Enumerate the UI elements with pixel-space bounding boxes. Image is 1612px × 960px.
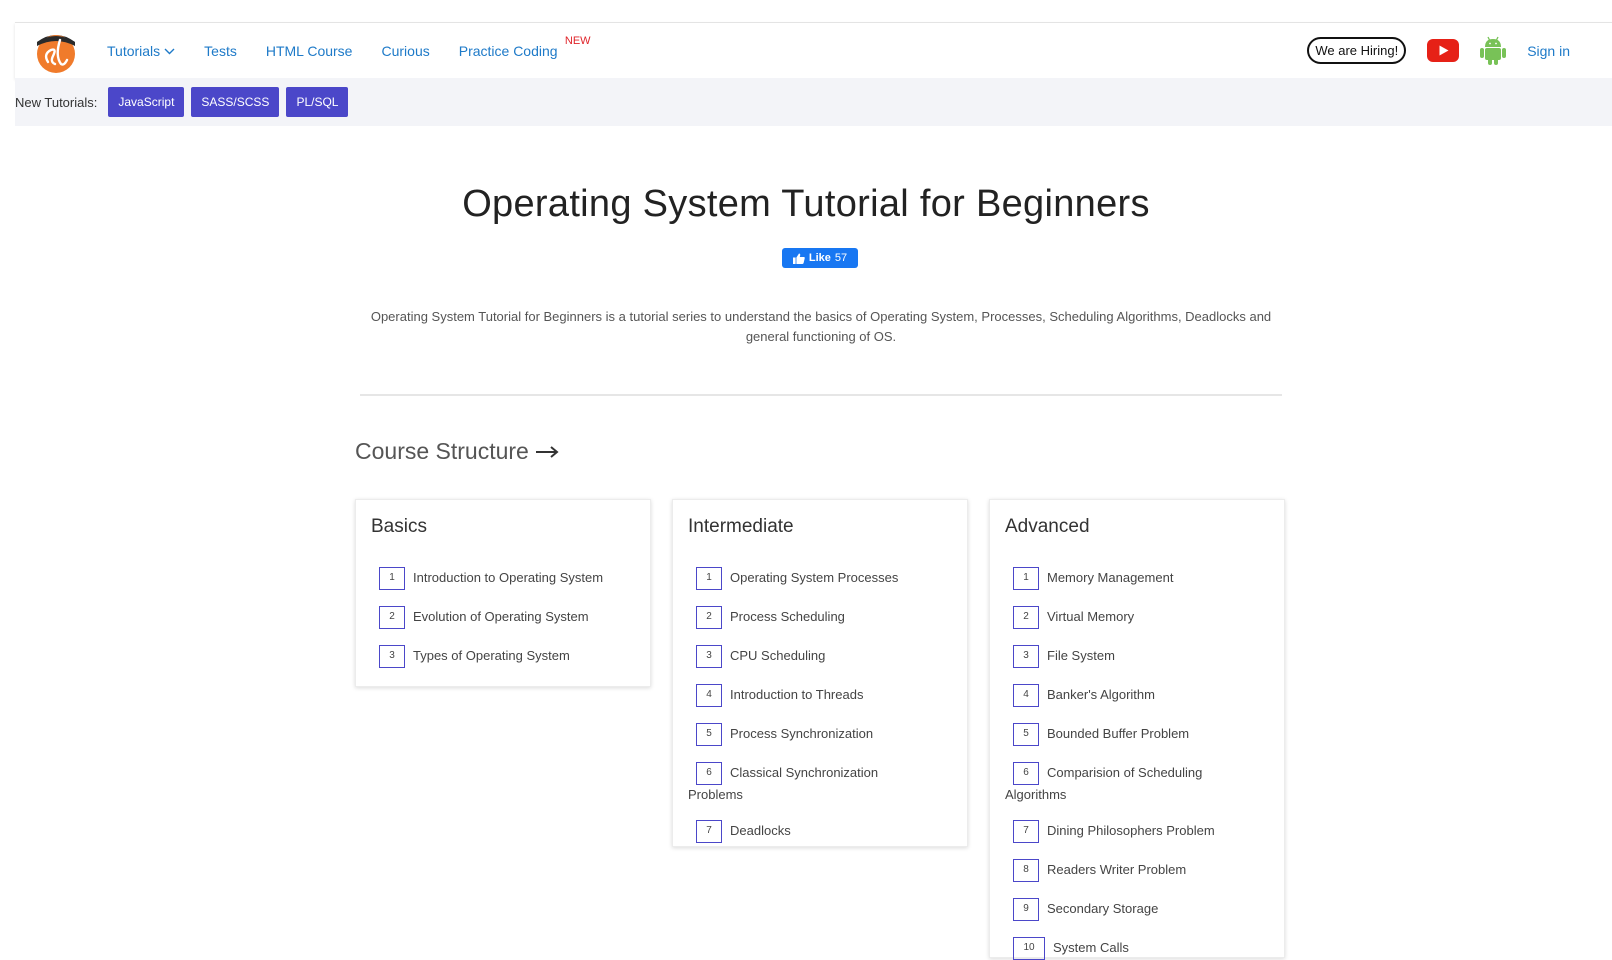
- topic-number: 3: [696, 645, 722, 668]
- topic-item[interactable]: 1 Operating System Processes: [688, 567, 952, 590]
- topic-label: Evolution of Operating System: [413, 608, 589, 624]
- tutorial-button-sass[interactable]: SASS/SCSS: [191, 87, 280, 117]
- tutorial-button-javascript[interactable]: JavaScript: [108, 87, 185, 117]
- topic-item[interactable]: 6 Classical Synchronization Problems: [688, 762, 898, 804]
- topic-label: Process Synchronization: [730, 725, 874, 741]
- topic-number: 2: [696, 606, 722, 629]
- topic-number: 5: [1013, 723, 1039, 746]
- youtube-icon[interactable]: [1427, 39, 1460, 62]
- topic-item[interactable]: 2 Evolution of Operating System: [371, 606, 635, 629]
- topic-label: Deadlocks: [730, 822, 791, 838]
- facebook-like-button[interactable]: Like 57: [782, 248, 858, 268]
- tutorial-button-plsql[interactable]: PL/SQL: [286, 87, 349, 117]
- nav-practice-coding-label: Practice Coding: [458, 42, 558, 59]
- topic-label: Secondary Storage: [1047, 900, 1159, 916]
- card-intermediate: Intermediate 1 Operating System Processes…: [672, 499, 968, 847]
- topic-label: Dining Philosophers Problem: [1047, 822, 1215, 838]
- nav-tutorials-label: Tutorials: [107, 43, 161, 59]
- hiring-button[interactable]: We are Hiring!: [1307, 37, 1407, 64]
- topic-label: Operating System Processes: [730, 569, 899, 585]
- chevron-down-icon: [164, 42, 175, 58]
- topic-number: 1: [1013, 567, 1039, 590]
- topic-number: 7: [1013, 820, 1039, 843]
- topic-item[interactable]: 7 Deadlocks: [688, 820, 952, 843]
- topic-item[interactable]: 9 Secondary Storage: [1005, 898, 1269, 921]
- topic-item[interactable]: 5 Bounded Buffer Problem: [1005, 723, 1269, 746]
- like-label: Like: [808, 252, 831, 264]
- topic-label: System Calls: [1053, 939, 1129, 955]
- topic-label: Types of Operating System: [413, 647, 570, 663]
- topic-number: 4: [1013, 684, 1039, 707]
- card-title: Intermediate: [688, 516, 794, 537]
- topic-item[interactable]: 8 Readers Writer Problem: [1005, 859, 1269, 882]
- nav-tests[interactable]: Tests: [204, 43, 237, 59]
- topic-label: CPU Scheduling: [730, 647, 826, 663]
- topic-number: 5: [696, 723, 722, 746]
- nav-html-course[interactable]: HTML Course: [266, 43, 353, 59]
- card-advanced: Advanced 1 Memory Management 2 Virtual Mem…: [989, 499, 1285, 960]
- course-structure-heading: Course Structure: [355, 438, 559, 465]
- topic-label: Bounded Buffer Problem: [1047, 725, 1190, 741]
- topic-number: 1: [696, 567, 722, 590]
- topic-item[interactable]: 6 Comparision of Scheduling Algorithms: [1005, 762, 1220, 804]
- topic-item[interactable]: 1 Memory Management: [1005, 567, 1269, 590]
- arrow-right-icon: [535, 445, 559, 459]
- topic-label: Memory Management: [1047, 569, 1174, 585]
- topic-item[interactable]: 1 Introduction to Operating System: [371, 567, 635, 590]
- topic-number: 1: [379, 567, 405, 590]
- topic-item[interactable]: 2 Process Scheduling: [688, 606, 952, 629]
- topic-number: 2: [1013, 606, 1039, 629]
- page-title: Operating System Tutorial for Beginners: [462, 183, 1150, 225]
- topic-number: 6: [1013, 762, 1039, 785]
- topic-number: 8: [1013, 859, 1039, 882]
- topic-label: Virtual Memory: [1047, 608, 1135, 624]
- topic-number: 9: [1013, 898, 1039, 921]
- new-tutorials-bar: New Tutorials: JavaScript SASS/SCSS PL/S…: [15, 78, 1612, 126]
- topic-number: 6: [696, 762, 722, 785]
- studytonight-logo[interactable]: [33, 26, 79, 74]
- topic-number: 3: [379, 645, 405, 668]
- top-navbar: Tutorials Tests HTML Course Curious Prac…: [15, 22, 1612, 78]
- like-count: 57: [834, 252, 848, 264]
- nav-tutorials[interactable]: Tutorials: [107, 42, 175, 59]
- card-basics: Basics 1 Introduction to Operating System…: [355, 499, 651, 687]
- topic-item[interactable]: 2 Virtual Memory: [1005, 606, 1269, 629]
- sign-in-link[interactable]: Sign in: [1527, 43, 1570, 59]
- section-divider: [360, 394, 1282, 396]
- topic-label: Introduction to Threads: [730, 686, 864, 702]
- nav-practice-coding[interactable]: Practice Coding NEW: [458, 35, 591, 59]
- topic-item[interactable]: 7 Dining Philosophers Problem: [1005, 820, 1269, 843]
- topic-item[interactable]: 5 Process Synchronization: [688, 723, 952, 746]
- topic-label: Banker's Algorithm: [1047, 686, 1155, 702]
- topic-item[interactable]: 4 Introduction to Threads: [688, 684, 952, 707]
- topic-label: File System: [1047, 647, 1115, 663]
- new-badge: NEW: [564, 34, 591, 47]
- topic-item[interactable]: 3 CPU Scheduling: [688, 645, 952, 668]
- thumbs-up-icon: [792, 253, 805, 264]
- android-icon[interactable]: [1479, 36, 1507, 66]
- course-structure-label: Course Structure: [355, 438, 529, 464]
- topic-label: Process Scheduling: [730, 608, 845, 624]
- intro-text: Operating System Tutorial for Beginners …: [370, 309, 1272, 344]
- topic-number: 3: [1013, 645, 1039, 668]
- card-title: Basics: [371, 516, 427, 537]
- topic-item[interactable]: 4 Banker's Algorithm: [1005, 684, 1269, 707]
- topic-number: 4: [696, 684, 722, 707]
- topic-label: Readers Writer Problem: [1047, 861, 1187, 877]
- topic-item[interactable]: 3 File System: [1005, 645, 1269, 668]
- topic-number: 2: [379, 606, 405, 629]
- topic-number: 7: [696, 820, 722, 843]
- new-tutorials-label: New Tutorials:: [15, 94, 98, 110]
- nav-curious[interactable]: Curious: [381, 43, 429, 59]
- card-title: Advanced: [1005, 516, 1090, 537]
- topic-item[interactable]: 3 Types of Operating System: [371, 645, 635, 668]
- topic-item[interactable]: 10 System Calls: [1005, 937, 1269, 960]
- topic-number: 10: [1013, 937, 1045, 960]
- topic-label: Introduction to Operating System: [413, 569, 604, 585]
